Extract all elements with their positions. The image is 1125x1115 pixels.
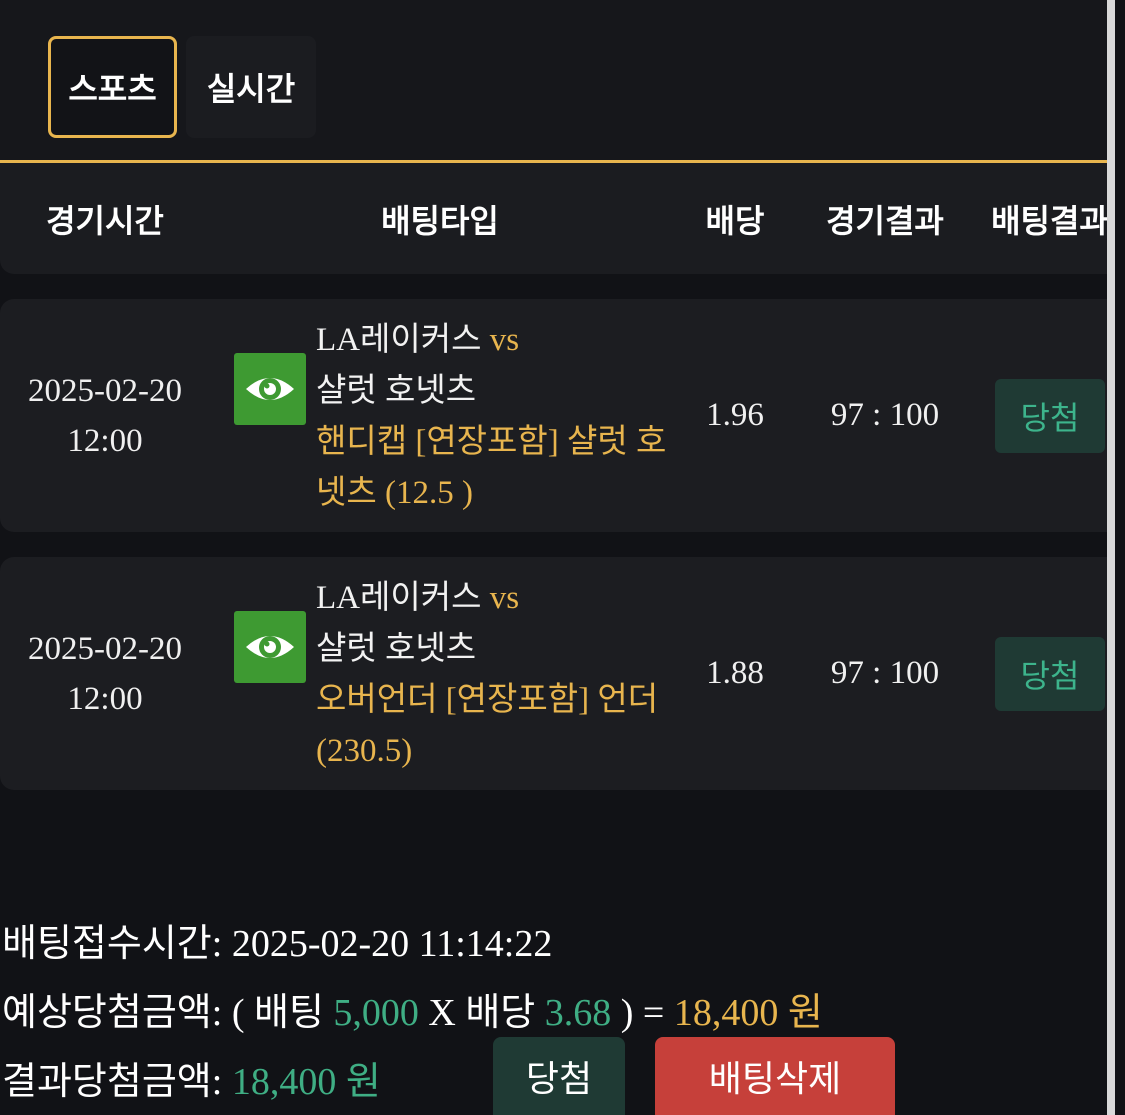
match-score: 97 : 100 [830, 397, 940, 433]
bet-type-cell: LA레이커스 vs 샬럿 호넷츠 오버언더 [연장포함] 언더 (230.5) [316, 573, 676, 777]
received-value: 2025-02-20 11:14:22 [231, 923, 553, 965]
bet-type-label: 오버언더 [연장포함] 언더 (230.5) [316, 682, 659, 769]
match-clock: 12:00 [67, 422, 143, 459]
win-status-button[interactable]: 당첨 [493, 1037, 625, 1115]
away-team: 샬럿 호넷츠 [316, 631, 477, 667]
tab-sports[interactable]: 스포츠 [48, 36, 177, 138]
column-header-match-time: 경기시간 [46, 201, 164, 240]
bet-result-badge: 당첨 [995, 637, 1105, 711]
vs-label: vs [489, 322, 520, 358]
result-winnings: 결과당첨금액: 18,400 원 [2, 1050, 381, 1105]
result-amount: 18,400 원 [231, 1061, 381, 1103]
stake-amount: 5,000 [333, 992, 419, 1034]
result-label: 결과당첨금액: [2, 1061, 223, 1103]
delete-bet-button[interactable]: 배팅삭제 [655, 1037, 895, 1115]
home-team: LA레이커스 [316, 322, 482, 358]
times-odds-label: X 배당 [428, 992, 536, 1034]
match-clock: 12:00 [67, 680, 143, 717]
vs-label: vs [489, 580, 520, 616]
top-tab-bar: 스포츠 실시간 [0, 0, 1125, 160]
away-team: 샬럿 호넷츠 [316, 373, 477, 409]
column-header-odds: 배당 [705, 201, 765, 240]
bet-type-label: 핸디캡 [연장포함] 샬럿 호넷츠 (12.5 ) [316, 424, 667, 511]
eye-icon [246, 636, 294, 658]
home-team: LA레이커스 [316, 580, 482, 616]
right-edge [1115, 0, 1125, 1115]
column-header-bet-result: 배팅결과 [991, 201, 1109, 240]
scrollbar[interactable] [1107, 0, 1115, 1115]
view-detail-button[interactable] [234, 611, 306, 683]
column-header-match-result: 경기결과 [826, 201, 944, 240]
received-label: 배팅접수시간: [2, 923, 223, 965]
match-date: 2025-02-20 [28, 372, 182, 409]
view-detail-button[interactable] [234, 353, 306, 425]
column-header-bet-type: 배팅타입 [381, 201, 499, 240]
match-score: 97 : 100 [830, 655, 940, 691]
bet-result-badge: 당첨 [995, 379, 1105, 453]
total-odds: 3.68 [544, 992, 612, 1034]
expected-open: ( 배팅 [231, 992, 324, 1034]
expected-amount: 18,400 원 [673, 992, 823, 1034]
eye-icon [246, 378, 294, 400]
table-row: 2025-02-20 12:00 LA레이커스 vs 샬럿 호넷츠 핸디캡 [연… [0, 299, 1125, 532]
table-row: 2025-02-20 12:00 LA레이커스 vs 샬럿 호넷츠 오버언더 [… [0, 557, 1125, 790]
expected-close: ) = [620, 992, 665, 1034]
odds-value: 1.96 [706, 397, 764, 433]
match-time: 2025-02-20 12:00 [0, 299, 210, 532]
odds-value: 1.88 [706, 655, 764, 691]
match-date: 2025-02-20 [28, 630, 182, 667]
tab-live[interactable]: 실시간 [186, 36, 316, 138]
expected-label: 예상당첨금액: [2, 992, 223, 1034]
expected-winnings: 예상당첨금액: ( 배팅 5,000 X 배당 3.68 ) = 18,400 … [2, 981, 823, 1036]
match-time: 2025-02-20 12:00 [0, 557, 210, 790]
bet-type-cell: LA레이커스 vs 샬럿 호넷츠 핸디캡 [연장포함] 샬럿 호넷츠 (12.5… [316, 315, 676, 519]
bet-received-time: 배팅접수시간: 2025-02-20 11:14:22 [2, 912, 552, 967]
table-header: 경기시간 배팅타입 배당 경기결과 배팅결과 [0, 163, 1125, 274]
